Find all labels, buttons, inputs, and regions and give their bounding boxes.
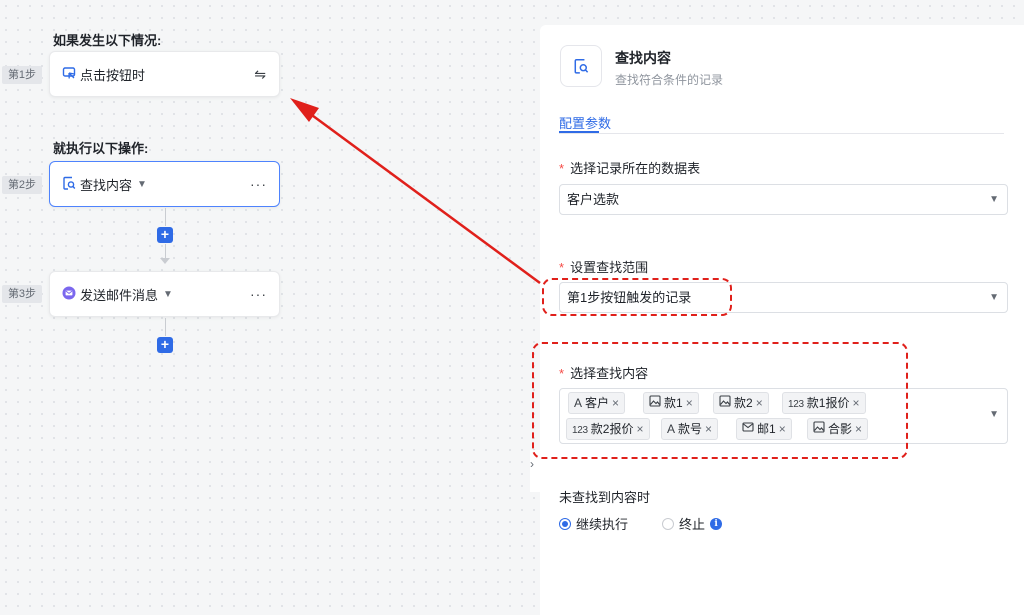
annotation-arrow-icon <box>290 98 541 285</box>
